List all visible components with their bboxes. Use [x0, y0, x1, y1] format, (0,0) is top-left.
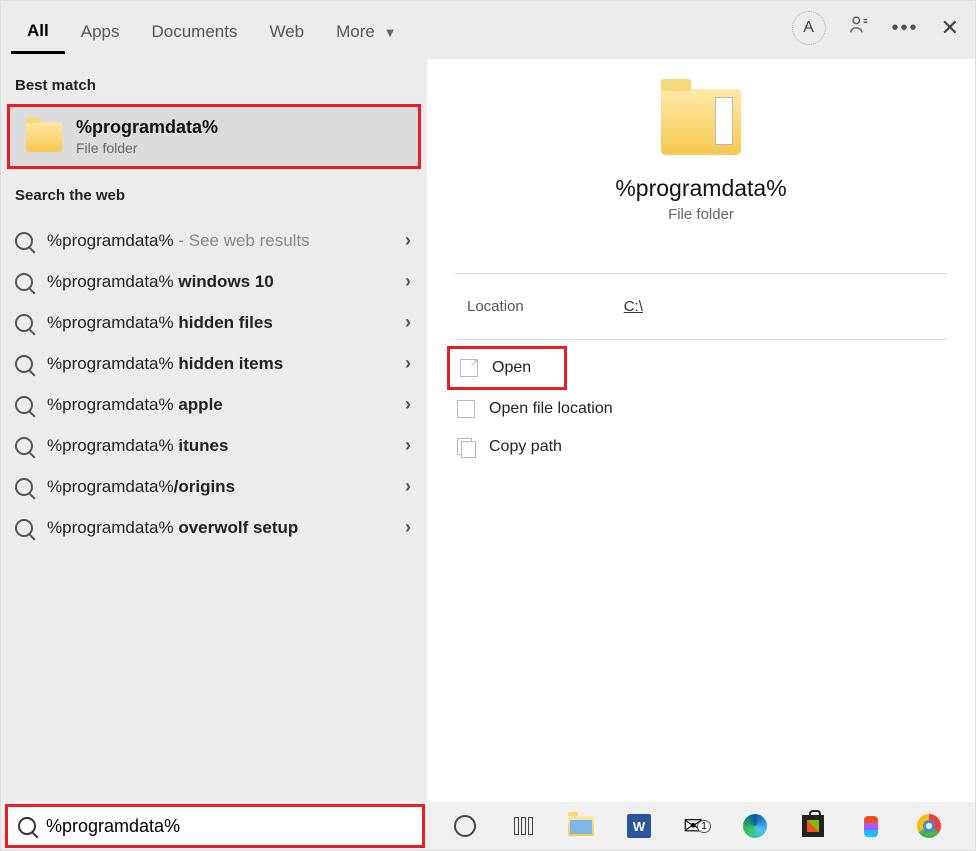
tab-web[interactable]: Web	[253, 8, 320, 52]
chevron-right-icon: ›	[405, 312, 411, 333]
location-label: Location	[467, 298, 524, 315]
close-button[interactable]: ✕	[941, 15, 959, 41]
word-icon[interactable]: W	[625, 812, 653, 840]
best-match-title: %programdata%	[76, 117, 218, 138]
feedback-icon[interactable]	[848, 14, 870, 42]
taskbar: W ✉1	[1, 802, 975, 850]
web-result-item[interactable]: %programdata% windows 10 ›	[1, 261, 427, 302]
cortana-icon[interactable]	[451, 812, 479, 840]
search-icon	[15, 232, 33, 250]
chevron-right-icon: ›	[405, 394, 411, 415]
web-result-text: %programdata% overwolf setup	[47, 518, 298, 538]
action-open-location[interactable]: Open file location	[447, 390, 955, 428]
web-result-text: %programdata% itunes	[47, 436, 228, 456]
web-result-text: %programdata% apple	[47, 395, 223, 415]
search-icon	[15, 355, 33, 373]
web-result-text: %programdata%/origins	[47, 477, 235, 497]
task-view-icon[interactable]	[509, 812, 537, 840]
top-right-controls: A ••• ✕	[792, 11, 959, 45]
edge-icon[interactable]	[741, 812, 769, 840]
web-result-text: %programdata% hidden files	[47, 313, 273, 333]
more-options-icon[interactable]: •••	[892, 17, 919, 40]
search-icon	[15, 396, 33, 414]
best-match-subtitle: File folder	[76, 140, 218, 156]
web-result-item[interactable]: %programdata%/origins ›	[1, 466, 427, 507]
search-icon	[15, 478, 33, 496]
chevron-right-icon: ›	[405, 435, 411, 456]
chevron-right-icon: ›	[405, 230, 411, 251]
copy-icon	[457, 438, 475, 456]
search-web-heading: Search the web	[1, 179, 427, 214]
search-icon	[15, 314, 33, 332]
web-result-text: %programdata% - See web results	[47, 231, 310, 251]
tab-documents[interactable]: Documents	[135, 8, 253, 52]
action-open-label: Open	[492, 359, 531, 377]
tab-apps[interactable]: Apps	[65, 8, 136, 52]
best-match-heading: Best match	[1, 69, 427, 104]
web-result-item[interactable]: %programdata% hidden items ›	[1, 343, 427, 384]
folder-icon	[26, 122, 62, 152]
tab-more[interactable]: More ▼	[320, 8, 412, 52]
user-avatar[interactable]: A	[792, 11, 826, 45]
action-open-location-label: Open file location	[489, 400, 613, 418]
preview-pane: %programdata% File folder Location C:\ O…	[427, 59, 975, 802]
mail-icon[interactable]: ✉1	[683, 812, 711, 840]
search-icon	[18, 817, 36, 835]
web-result-item[interactable]: %programdata% hidden files ›	[1, 302, 427, 343]
web-result-item[interactable]: %programdata% apple ›	[1, 384, 427, 425]
preview-title: %programdata%	[615, 175, 786, 202]
action-open[interactable]: Open	[447, 346, 567, 390]
chevron-right-icon: ›	[405, 517, 411, 538]
preview-subtitle: File folder	[668, 206, 734, 223]
tab-more-label: More	[336, 22, 375, 41]
chevron-right-icon: ›	[405, 353, 411, 374]
search-input[interactable]	[46, 816, 412, 837]
taskbar-tray: W ✉1	[429, 812, 975, 840]
ms-store-icon[interactable]	[799, 812, 827, 840]
chevron-right-icon: ›	[405, 271, 411, 292]
results-pane: Best match %programdata% File folder Sea…	[1, 59, 427, 802]
web-results-list: %programdata% - See web results›%program…	[1, 214, 427, 548]
web-result-item[interactable]: %programdata% overwolf setup ›	[1, 507, 427, 548]
location-value[interactable]: C:\	[624, 298, 643, 315]
filter-tabbar: All Apps Documents Web More ▼ A ••• ✕	[1, 1, 975, 59]
figma-icon[interactable]	[857, 812, 885, 840]
folder-large-icon	[661, 89, 741, 155]
chevron-down-icon: ▼	[384, 25, 397, 40]
folder-outline-icon	[457, 400, 475, 418]
location-row: Location C:\	[427, 274, 975, 339]
web-result-text: %programdata% windows 10	[47, 272, 274, 292]
web-result-item[interactable]: %programdata% itunes ›	[1, 425, 427, 466]
action-copy-path[interactable]: Copy path	[447, 428, 955, 466]
action-copy-path-label: Copy path	[489, 438, 562, 456]
search-icon	[15, 519, 33, 537]
preview-actions: Open Open file location Copy path	[427, 340, 975, 472]
best-match-item[interactable]: %programdata% File folder	[7, 104, 421, 169]
web-result-text: %programdata% hidden items	[47, 354, 283, 374]
chrome-icon[interactable]	[915, 812, 943, 840]
open-icon	[460, 359, 478, 377]
tab-all[interactable]: All	[11, 7, 65, 54]
search-icon	[15, 273, 33, 291]
file-explorer-icon[interactable]	[567, 812, 595, 840]
search-box[interactable]	[5, 804, 425, 848]
web-result-item[interactable]: %programdata% - See web results ›	[1, 220, 427, 261]
search-icon	[15, 437, 33, 455]
chevron-right-icon: ›	[405, 476, 411, 497]
